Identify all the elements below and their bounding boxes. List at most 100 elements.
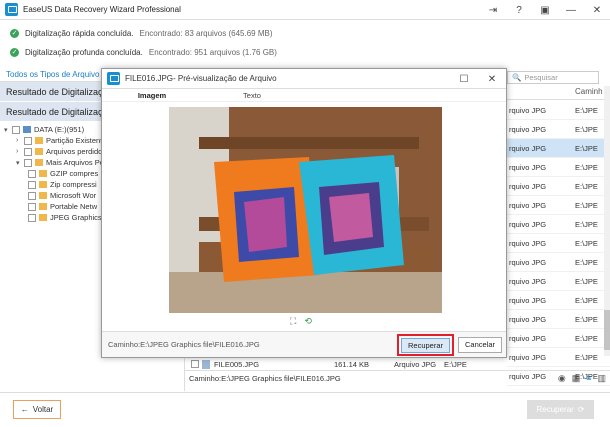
fit-screen-icon[interactable]: ⛶ xyxy=(290,316,296,327)
back-label: Voltar xyxy=(32,405,54,414)
file-type: rquivo JPG xyxy=(509,105,547,115)
preview-eye-icon[interactable]: ◉ xyxy=(558,373,566,384)
list-view-icon[interactable]: ≡ xyxy=(586,373,591,384)
search-icon: 🔍 xyxy=(512,73,522,82)
file-size: 161.14 KB xyxy=(334,359,370,369)
app-logo-icon xyxy=(107,72,120,85)
file-type: rquivo JPG xyxy=(509,257,547,267)
back-button[interactable]: ← Voltar xyxy=(13,400,61,419)
file-type: rquivo JPG xyxy=(509,276,547,286)
tree-checkbox[interactable] xyxy=(24,158,32,167)
tree-item-label: Portable Netw xyxy=(50,202,98,211)
tree-checkbox[interactable] xyxy=(28,202,36,211)
folder-icon xyxy=(39,181,47,188)
table-row[interactable]: rquivo JPG E:\JPE xyxy=(507,291,610,310)
column-path[interactable]: Caminh xyxy=(575,87,603,99)
image-tools: ⛶ ⟲ xyxy=(290,316,312,327)
table-row[interactable]: rquivo JPG E:\JPE xyxy=(507,139,610,158)
bottom-path-bar: Caminho:E:\JPEG Graphics file\FILE016.JP… xyxy=(185,370,610,386)
column-header: Caminh xyxy=(507,87,610,100)
expand-icon[interactable]: ▾ xyxy=(16,159,24,167)
arrow-left-icon: ← xyxy=(20,405,29,414)
status-label: Digitalização profunda concluída. xyxy=(25,47,143,57)
file-list-pane: 🔍 Pesquisar Caminh rquivo JPG E:\JPE rquiv… xyxy=(507,68,610,386)
tree-item-label: Microsoft Wor xyxy=(50,191,97,200)
folder-icon xyxy=(39,203,47,210)
table-row[interactable]: rquivo JPG E:\JPE xyxy=(507,120,610,139)
file-type: rquivo JPG xyxy=(509,219,547,229)
folder-icon xyxy=(35,159,43,166)
dialog-title-bar: FILE016.JPG- Pré-visualização de Arquivo… xyxy=(102,69,506,89)
title-bar: EaseUS Data Recovery Wizard Professional… xyxy=(0,0,610,20)
grid-view-icon[interactable]: ▦ xyxy=(572,373,581,384)
dialog-close-button[interactable]: ✕ xyxy=(478,69,506,89)
table-row[interactable]: rquivo JPG E:\JPE xyxy=(507,101,610,120)
footer: ← Voltar Recuperar ⟳ xyxy=(0,392,610,427)
table-row[interactable]: rquivo JPG E:\JPE xyxy=(507,196,610,215)
selected-file-path: Caminho:E:\JPEG Graphics file\FILE016.JP… xyxy=(189,374,341,383)
tree-item-label: Zip compressi xyxy=(50,180,97,189)
close-button[interactable]: ✕ xyxy=(584,0,610,20)
table-row[interactable]: rquivo JPG E:\JPE xyxy=(507,272,610,291)
dialog-title: FILE016.JPG- Pré-visualização de Arquivo xyxy=(125,74,277,83)
file-path: E:\JPE xyxy=(444,359,467,369)
table-row[interactable]: rquivo JPG E:\JPE xyxy=(507,310,610,329)
menu-icon[interactable]: ▣ xyxy=(532,0,558,20)
tree-item-label: JPEG Graphics xyxy=(50,213,102,222)
check-icon: ✓ xyxy=(10,47,19,57)
scrollbar-thumb[interactable] xyxy=(604,310,610,350)
expand-icon[interactable]: ▾ xyxy=(4,126,12,134)
table-row[interactable]: rquivo JPG E:\JPE xyxy=(507,253,610,272)
tree-checkbox[interactable] xyxy=(28,180,36,189)
file-type: rquivo JPG xyxy=(509,143,547,153)
export-icon[interactable]: ⇥ xyxy=(480,0,506,20)
recover-button[interactable]: Recuperar ⟳ xyxy=(527,400,594,419)
tree-checkbox[interactable] xyxy=(28,169,36,178)
tree-checkbox[interactable] xyxy=(28,191,36,200)
folder-icon xyxy=(39,192,47,199)
tree-checkbox[interactable] xyxy=(28,213,36,222)
dialog-cancel-button[interactable]: Cancelar xyxy=(458,337,502,353)
drive-icon xyxy=(23,126,31,133)
tab-text[interactable]: Texto xyxy=(202,91,302,100)
file-type: rquivo JPG xyxy=(509,200,547,210)
preview-dialog: FILE016.JPG- Pré-visualização de Arquivo… xyxy=(101,68,507,358)
rotate-icon[interactable]: ⟲ xyxy=(304,316,312,327)
table-row[interactable]: rquivo JPG E:\JPE xyxy=(507,177,610,196)
table-row[interactable]: rquivo JPG E:\JPE xyxy=(507,215,610,234)
file-type: rquivo JPG xyxy=(509,314,547,324)
tree-item-label: DATA (E:)(951) xyxy=(34,125,85,134)
thumbnail-view-icon[interactable]: ▥ xyxy=(597,373,606,384)
table-row[interactable]: rquivo JPG E:\JPE xyxy=(507,234,610,253)
dialog-tabs: Imagem Texto xyxy=(102,89,506,102)
tree-checkbox[interactable] xyxy=(24,147,32,156)
expand-icon[interactable]: › xyxy=(16,148,24,155)
preview-image xyxy=(169,107,442,313)
table-row[interactable]: FILE005.JPG 161.14 KB Arquivo JPG E:\JPE xyxy=(187,358,610,370)
tab-image[interactable]: Imagem xyxy=(102,91,202,100)
help-icon[interactable]: ? xyxy=(506,0,532,20)
folder-icon xyxy=(35,137,43,144)
status-label: Digitalização rápida concluída. xyxy=(25,28,134,38)
search-input[interactable]: 🔍 Pesquisar xyxy=(507,71,599,84)
row-checkbox[interactable] xyxy=(191,360,199,368)
expand-icon[interactable]: › xyxy=(16,137,24,144)
folder-icon xyxy=(39,170,47,177)
status-value: Encontrado: 951 arquivos (1.76 GB) xyxy=(148,47,277,57)
file-type: rquivo JPG xyxy=(509,333,547,343)
deep-scan-status: ✓ Digitalização profunda concluída. Enco… xyxy=(10,44,410,60)
file-icon xyxy=(202,359,210,369)
file-type: rquivo JPG xyxy=(509,181,547,191)
minimize-button[interactable]: — xyxy=(558,0,584,20)
maximize-button[interactable]: ☐ xyxy=(450,69,478,89)
quick-scan-status: ✓ Digitalização rápida concluída. Encont… xyxy=(10,25,410,41)
dialog-recover-button[interactable]: Recuperar xyxy=(401,337,450,353)
table-row[interactable]: rquivo JPG E:\JPE xyxy=(507,158,610,177)
folder-icon xyxy=(39,214,47,221)
tree-checkbox[interactable] xyxy=(12,125,20,134)
recover-icon: ⟳ xyxy=(577,405,585,414)
table-row[interactable]: rquivo JPG E:\JPE xyxy=(507,329,610,348)
file-type: rquivo JPG xyxy=(509,124,547,134)
file-type: Arquivo JPG xyxy=(394,359,437,369)
tree-checkbox[interactable] xyxy=(24,136,32,145)
